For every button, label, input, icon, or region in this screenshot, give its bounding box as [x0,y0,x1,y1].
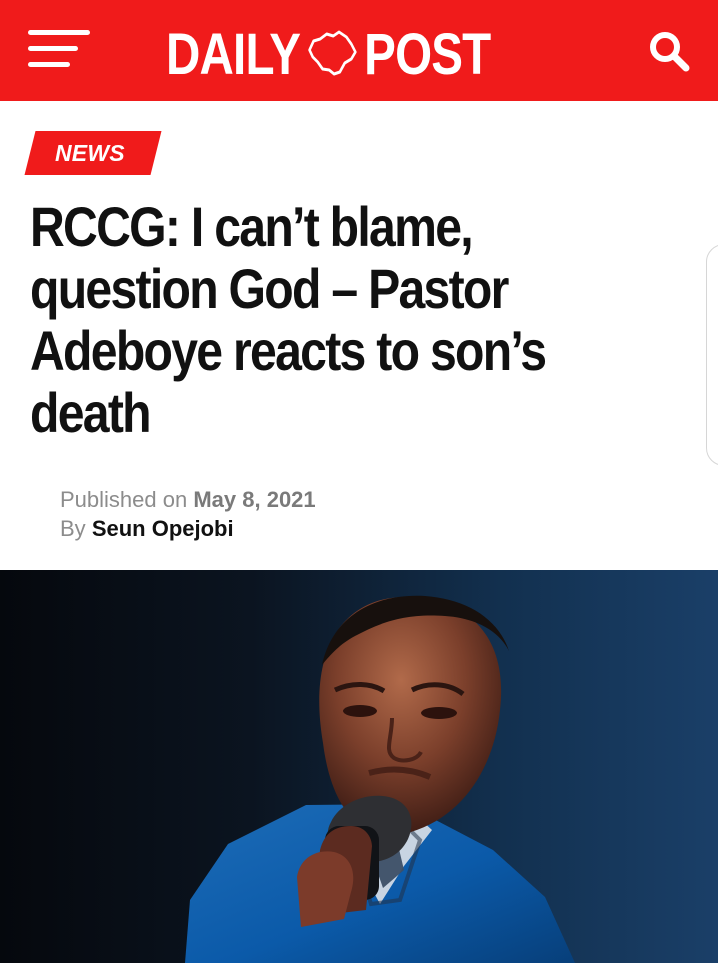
hamburger-menu-icon [28,30,90,35]
menu-button[interactable] [28,30,92,72]
search-icon [650,32,690,72]
site-header: DAILY POST [0,0,718,101]
article-image [0,570,718,963]
category-label: NEWS [55,140,125,166]
published-date: May 8, 2021 [193,487,316,512]
logo-text-right: POST [364,21,491,87]
published-line: Published on May 8, 2021 [60,485,316,514]
author-line: By Seun Opejobi [60,514,316,543]
search-button[interactable] [646,28,692,74]
article-title: RCCG: I can’t blame, question God – Past… [30,195,547,444]
site-logo[interactable]: DAILY POST [166,22,491,87]
nigeria-map-icon [308,30,357,76]
article-meta: Published on May 8, 2021 By Seun Opejobi [60,485,316,543]
author-link[interactable]: Seun Opejobi [92,516,234,541]
by-label: By [60,516,86,541]
published-label: Published on [60,487,188,512]
edge-tab[interactable] [706,244,718,466]
logo-text-left: DAILY [166,21,301,87]
